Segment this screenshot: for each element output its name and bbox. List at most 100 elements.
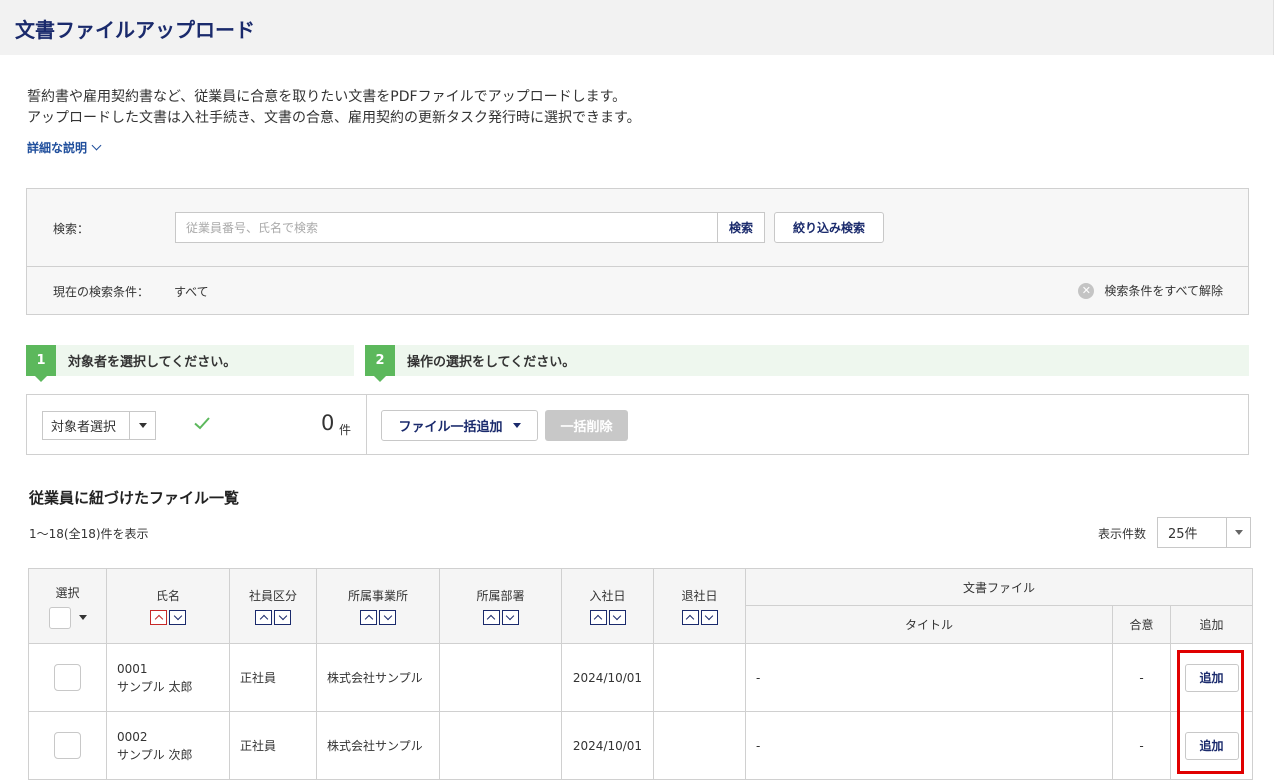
sort-asc-icon[interactable] bbox=[150, 610, 167, 625]
target-select-label: 対象者選択 bbox=[51, 420, 117, 435]
header-department: 所属部署 bbox=[439, 568, 562, 644]
step-1-number: 1 bbox=[26, 345, 56, 382]
header-consent: 合意 bbox=[1112, 605, 1171, 644]
chevron-down-icon bbox=[91, 140, 102, 151]
leave-date-cell bbox=[653, 643, 746, 712]
target-select-dropdown[interactable]: 対象者選択 bbox=[42, 411, 156, 440]
filter-search-button[interactable]: 絞り込み検索 bbox=[774, 212, 884, 243]
row-select-cell bbox=[28, 643, 107, 712]
search-button[interactable]: 検索 bbox=[717, 212, 765, 243]
sort-asc-icon[interactable] bbox=[255, 610, 272, 625]
department-cell bbox=[439, 643, 562, 712]
current-condition-value: すべて bbox=[174, 285, 209, 299]
consent-cell: - bbox=[1112, 643, 1171, 712]
row-checkbox[interactable] bbox=[54, 664, 81, 691]
office-cell: 株式会社サンプル bbox=[316, 643, 440, 712]
consent-cell: - bbox=[1112, 711, 1171, 780]
step-1: 1 対象者を選択してください。 bbox=[26, 345, 354, 382]
page-title: 文書ファイルアップロード bbox=[15, 18, 255, 42]
row-checkbox[interactable] bbox=[54, 732, 81, 759]
add-button[interactable]: 追加 bbox=[1184, 731, 1239, 760]
select-menu-caret-icon[interactable] bbox=[78, 615, 87, 620]
divider bbox=[366, 395, 367, 454]
sort-desc-icon[interactable] bbox=[169, 610, 186, 625]
detail-explanation-link[interactable]: 詳細な説明 bbox=[27, 139, 102, 156]
header-name: 氏名 bbox=[106, 568, 230, 644]
sort-asc-icon[interactable] bbox=[482, 610, 500, 625]
description-line-2: アップロードした文書は入社手続き、文書の合意、雇用契約の更新タスク発行時に選択で… bbox=[27, 110, 641, 126]
add-cell: 追加 bbox=[1169, 711, 1254, 780]
header-leave-date-label: 退社日 bbox=[681, 589, 718, 603]
clear-conditions-button[interactable]: ✕ 検索条件をすべて解除 bbox=[1078, 282, 1223, 299]
select-all-checkbox[interactable] bbox=[48, 606, 71, 629]
header-leave-date: 退社日 bbox=[653, 568, 746, 644]
hire-date-cell: 2024/10/01 bbox=[561, 643, 654, 712]
per-page-value: 25件 bbox=[1168, 527, 1198, 542]
table-row: 0002 サンプル 次郎 正社員 株式会社サンプル 2024/10/01 - -… bbox=[28, 711, 1254, 780]
header-document-file: 文書ファイル bbox=[744, 568, 1254, 606]
sort-asc-icon[interactable] bbox=[681, 610, 699, 625]
per-page-label: 表示件数 bbox=[1098, 527, 1147, 541]
step-1-text: 対象者を選択してください。 bbox=[68, 355, 237, 370]
employee-cell: 0002 サンプル 次郎 bbox=[106, 711, 230, 780]
divider bbox=[27, 266, 1248, 267]
office-cell: 株式会社サンプル bbox=[316, 711, 440, 780]
sort-asc-icon[interactable] bbox=[589, 610, 607, 625]
hire-date-cell: 2024/10/01 bbox=[561, 711, 654, 780]
search-input[interactable] bbox=[175, 212, 718, 243]
selected-count: 0 bbox=[321, 411, 335, 435]
row-select-cell bbox=[28, 711, 107, 780]
description-line-1: 誓約書や雇用契約書など、従業員に合意を取りたい文書をPDFファイルでアップロード… bbox=[27, 89, 627, 105]
document-title-cell: - bbox=[745, 643, 1113, 712]
leave-date-cell bbox=[653, 711, 746, 780]
detail-link-label: 詳細な説明 bbox=[27, 141, 88, 155]
header-office: 所属事業所 bbox=[316, 568, 440, 644]
list-title: 従業員に紐づけたファイル一覧 bbox=[29, 489, 240, 507]
header-add: 追加 bbox=[1169, 605, 1254, 644]
header-hire-date-label: 入社日 bbox=[589, 589, 626, 603]
check-icon bbox=[194, 417, 210, 430]
list-count: 1〜18(全18)件を表示 bbox=[29, 527, 149, 541]
header-select-label: 選択 bbox=[55, 585, 80, 600]
header-hire-date: 入社日 bbox=[561, 568, 654, 644]
step-2: 2 操作の選択をしてください。 bbox=[365, 345, 1249, 382]
step-2-text: 操作の選択をしてください。 bbox=[407, 355, 576, 370]
table-row: 0001 サンプル 太郎 正社員 株式会社サンプル 2024/10/01 - -… bbox=[28, 643, 1254, 712]
employee-name: サンプル 次郎 bbox=[117, 747, 193, 762]
current-condition-label: 現在の検索条件： bbox=[53, 285, 150, 299]
dropdown-caret-icon[interactable] bbox=[129, 412, 155, 439]
header-office-label: 所属事業所 bbox=[347, 589, 408, 603]
header-employment-type: 社員区分 bbox=[229, 568, 317, 644]
header-employment-type-label: 社員区分 bbox=[248, 589, 297, 603]
step-2-number: 2 bbox=[365, 345, 395, 382]
employee-name: サンプル 太郎 bbox=[117, 679, 193, 694]
header-title: タイトル bbox=[745, 605, 1113, 644]
document-title-cell: - bbox=[745, 711, 1113, 780]
action-panel: 対象者選択 0 件 ファイル一括追加 一括削除 bbox=[26, 394, 1249, 455]
header-name-label: 氏名 bbox=[155, 589, 180, 603]
bulk-delete-button[interactable]: 一括削除 bbox=[545, 410, 628, 441]
sort-desc-icon[interactable] bbox=[379, 610, 396, 625]
search-label: 検索： bbox=[53, 222, 90, 236]
header-department-label: 所属部署 bbox=[476, 589, 525, 603]
sort-desc-icon[interactable] bbox=[700, 610, 718, 625]
dropdown-caret-icon bbox=[512, 423, 521, 428]
employment-type-cell: 正社員 bbox=[229, 643, 317, 712]
dropdown-caret-icon[interactable] bbox=[1226, 518, 1250, 547]
department-cell bbox=[439, 711, 562, 780]
per-page-select[interactable]: 25件 bbox=[1157, 517, 1251, 548]
file-table: 選択 氏名 社員区分 所属事業所 所属部署 入社日 退社日 文書ファイル タイト… bbox=[28, 568, 1254, 780]
bulk-add-file-button[interactable]: ファイル一括追加 bbox=[381, 410, 538, 441]
sort-desc-icon[interactable] bbox=[274, 610, 291, 625]
employee-id: 0001 bbox=[117, 661, 148, 676]
sort-desc-icon[interactable] bbox=[501, 610, 519, 625]
sort-desc-icon[interactable] bbox=[608, 610, 626, 625]
sort-asc-icon[interactable] bbox=[360, 610, 377, 625]
employee-id: 0002 bbox=[117, 729, 148, 744]
bulk-add-label: ファイル一括追加 bbox=[398, 420, 503, 435]
clear-conditions-label: 検索条件をすべて解除 bbox=[1104, 284, 1223, 298]
employment-type-cell: 正社員 bbox=[229, 711, 317, 780]
selected-count-unit: 件 bbox=[339, 423, 352, 437]
employee-cell: 0001 サンプル 太郎 bbox=[106, 643, 230, 712]
add-button[interactable]: 追加 bbox=[1184, 663, 1239, 692]
